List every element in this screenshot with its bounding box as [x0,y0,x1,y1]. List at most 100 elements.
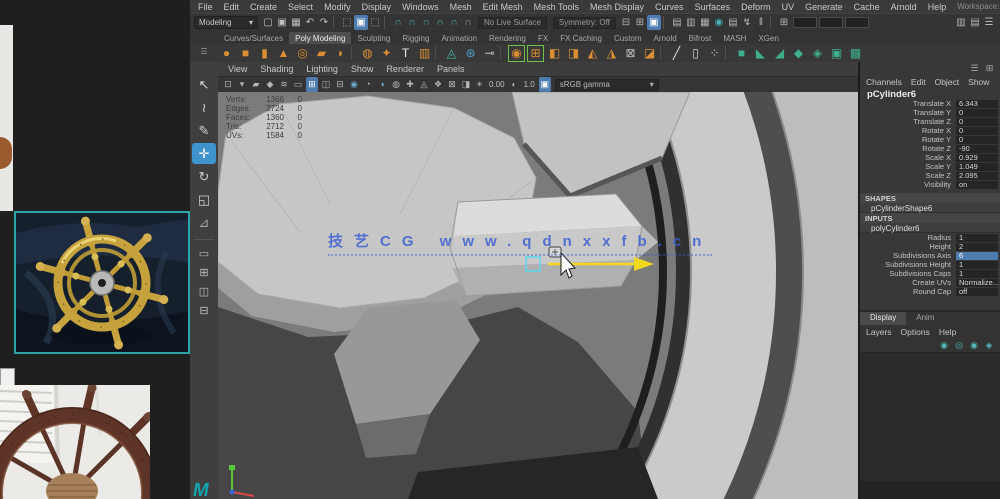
selected-object-name[interactable]: pCylinder6 [860,88,1000,100]
shape-node-name[interactable]: pCylinderShape6 [860,203,1000,213]
channel-attr-value[interactable]: 0 [956,108,998,117]
smooth-icon[interactable]: ◧ [546,45,563,62]
shelf-tab[interactable]: Rendering [483,32,532,44]
save-scene-icon[interactable]: ▦ [289,15,303,30]
channel-attr-value[interactable]: -90 [956,144,998,153]
viewport-menu-item[interactable]: Lighting [306,64,338,74]
undo-icon[interactable]: ↶ [303,15,317,30]
poly-torus-icon[interactable]: ◎ [294,45,311,62]
channel-box-menu-item[interactable]: Edit [911,77,926,87]
highlight-selection-icon[interactable]: ▣ [646,15,661,30]
bridge-icon[interactable]: ◮ [603,45,620,62]
channel-attr-value[interactable]: 2.095 [956,171,998,180]
input-attr-value[interactable]: Normalize... [956,278,999,287]
rotate-tool-icon[interactable]: ↻ [192,166,216,187]
render-current-frame-icon[interactable]: ▥ [684,15,698,30]
menu-item[interactable]: UV [782,2,795,12]
channel-attr-value[interactable]: 0 [956,126,998,135]
scale-tool-icon[interactable]: ◱ [192,189,216,210]
soft-select-icon[interactable]: ■ [733,45,750,62]
render-settings-icon[interactable]: ◉ [712,15,726,30]
menu-item[interactable]: Modify [324,2,351,12]
isolate-select-icon[interactable]: ⊠ [446,77,458,92]
crease-set-icon[interactable]: ◣ [752,45,769,62]
viewport-menu-item[interactable]: Show [351,64,374,74]
poly-cube-icon[interactable]: ■ [237,45,254,62]
viewport-menu-item[interactable]: Renderer [386,64,424,74]
poly-cylinder-icon[interactable]: ▮ [256,45,273,62]
move-tool-icon[interactable]: ✛ [192,143,216,164]
channel-attr-value[interactable]: on [956,180,998,189]
menu-set-dropdown[interactable]: Modeling ▾ [194,16,258,29]
bevel-icon[interactable]: ◭ [584,45,601,62]
symmetry-icon[interactable]: ◈ [809,45,826,62]
symmetry-field[interactable]: Symmetry: Off [552,16,616,29]
create-empty-layer-icon[interactable]: ◉ [938,339,950,351]
shelf-tab[interactable]: Arnold [648,32,683,44]
input-node-name[interactable]: polyCylinder6 [860,223,1000,233]
separate-icon[interactable]: ⊞ [527,44,544,62]
extrude-icon[interactable]: ◨ [565,45,582,62]
motion-blur-icon[interactable]: ❖ [432,77,444,92]
3d-scene[interactable] [218,92,858,499]
layout-two-pane-side-icon[interactable]: ◫ [192,284,216,301]
inputs-section-header[interactable]: INPUTS [860,213,1000,223]
construction-plane-icon[interactable]: ◬ [443,45,460,62]
ipr-render-icon[interactable]: ▦ [698,15,712,30]
menu-item[interactable]: Surfaces [695,2,731,12]
layer-list[interactable] [860,352,1000,481]
selection-input-field[interactable] [792,17,817,28]
hypershade-icon[interactable]: ▤ [726,15,740,30]
lasso-tool-icon[interactable]: ≀ [192,97,216,118]
select-component-icon[interactable]: ⬚ [368,15,382,30]
channel-box-menu-item[interactable]: Object [935,77,960,87]
shelf-tab[interactable]: Animation [435,32,483,44]
quick-selection-icon[interactable]: ⊞ [777,15,791,30]
menu-item[interactable]: Display [362,2,392,12]
shelf-tab[interactable]: MASH [717,32,752,44]
channel-attr-value[interactable]: 6.343 [956,99,998,108]
menu-item[interactable]: Arnold [891,2,917,12]
light-editor-icon[interactable]: ↯ [740,15,754,30]
color-management-icon[interactable]: ▣ [538,77,551,92]
input-attr-value[interactable]: 1 [956,233,998,242]
menu-item[interactable]: Cache [854,2,880,12]
xray-icon[interactable]: ◨ [460,77,472,92]
viewport-menu-item[interactable]: Shading [260,64,293,74]
create-layer-from-selected-icon[interactable]: ◎ [953,339,965,351]
locator-icon[interactable]: ⊛ [462,45,479,62]
selection-input-field[interactable] [818,17,843,28]
menu-item[interactable]: Curves [655,2,684,12]
open-scene-icon[interactable]: ▣ [275,15,289,30]
snap-grid-icon[interactable]: ∩ [391,15,405,30]
menu-item[interactable]: Create [250,2,277,12]
film-gate-icon[interactable]: ⊟ [334,77,346,92]
construction-history-icon[interactable]: ⊟ [619,15,633,30]
target-weld-icon[interactable]: ⁘ [706,45,723,62]
layout-two-pane-stacked-icon[interactable]: ⊟ [192,303,216,320]
shelf-tab[interactable]: Curves/Surfaces [218,32,289,44]
menu-item[interactable]: Edit [224,2,240,12]
view-transform-dropdown[interactable]: sRGB gamma ▾ [554,78,659,91]
curve-tool-icon[interactable]: ✦ [378,45,395,62]
last-tool-icon[interactable]: ⊿ [192,212,216,233]
channel-attr-value[interactable]: 0 [956,135,998,144]
multi-cut-icon[interactable]: ▯ [687,45,704,62]
poly-cone-icon[interactable]: ▲ [275,45,292,62]
menu-item[interactable]: Generate [805,2,843,12]
layer-editor-tab[interactable]: Anim [906,312,944,325]
snap-projected-center-icon[interactable]: ∩ [433,15,447,30]
textured-mode-icon[interactable]: ◑ [376,77,388,92]
input-attr-value[interactable]: 1 [956,260,998,269]
select-hierarchy-icon[interactable]: ⬚ [340,15,354,30]
image-plane-icon[interactable]: ≋ [278,77,290,92]
gamma-value[interactable]: 1.0 [524,80,535,89]
shelf-tab[interactable]: Rigging [396,32,435,44]
menu-item[interactable]: Mesh Tools [534,2,579,12]
shapes-section-header[interactable]: SHAPES [860,193,1000,203]
channel-settings-icon[interactable]: ☰ [969,63,980,74]
character-icon[interactable]: ▩ [847,45,864,62]
input-attr-value[interactable]: 2 [956,242,998,251]
exposure-icon[interactable]: ☀ [474,77,485,92]
poly-plane-icon[interactable]: ▰ [313,45,330,62]
